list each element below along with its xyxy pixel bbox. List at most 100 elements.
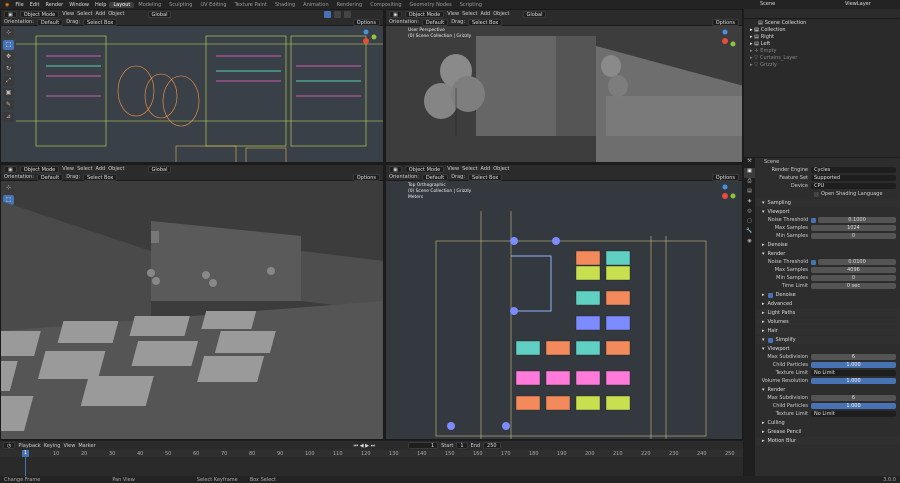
output-tab-icon[interactable]: ⎙ <box>744 178 755 188</box>
texture-limit-dropdown[interactable]: No Limit <box>811 370 896 376</box>
options-dropdown[interactable]: Options <box>352 18 380 26</box>
osl-checkbox[interactable] <box>814 191 819 197</box>
editor-type-dropdown[interactable]: ◷ <box>3 442 16 449</box>
advanced-subsection[interactable]: ▸ Advanced <box>756 300 900 308</box>
menu-add[interactable]: Add <box>481 11 491 17</box>
menu-select[interactable]: Select <box>462 11 477 17</box>
vp-subdiv-field[interactable]: 6 <box>811 354 896 360</box>
r-denoise-subsection[interactable]: ▸ Denoise <box>756 291 900 299</box>
tab-compositing[interactable]: Compositing <box>366 2 405 8</box>
tab-uv-editing[interactable]: UV Editing <box>196 2 230 8</box>
orientation-dropdown[interactable]: Default <box>36 18 64 26</box>
viewport-shading-icon[interactable] <box>324 10 332 18</box>
motion-blur-section[interactable]: ▸ Motion Blur <box>756 437 900 445</box>
scene-selector[interactable]: Scene <box>760 1 775 7</box>
feature-set-dropdown[interactable]: Supported <box>811 175 896 181</box>
select-box-dropdown[interactable]: Select Box <box>83 173 118 181</box>
tool-tab-icon[interactable]: ⚒ <box>744 158 755 168</box>
r-noise-field[interactable]: 0.0100 <box>818 259 896 265</box>
time-limit-field[interactable]: 0 sec <box>811 283 896 289</box>
playhead[interactable]: 1 <box>22 450 29 457</box>
physics-tab-icon[interactable]: ◉ <box>744 238 755 248</box>
simplify-checkbox[interactable] <box>767 337 773 343</box>
rotate-tool-icon[interactable]: ↻ <box>3 64 14 74</box>
navigation-gizmo[interactable] <box>712 28 738 54</box>
outliner-item[interactable]: ▸ ▽ Grizzly <box>744 61 900 68</box>
menu-view[interactable]: View <box>62 11 74 17</box>
vp-noise-checkbox[interactable] <box>811 217 816 223</box>
r-texture-limit-dropdown[interactable]: No Limit <box>811 411 896 417</box>
outliner-item[interactable]: ▸ ✛ Empty <box>744 47 900 54</box>
scene-tab-icon[interactable]: ◈ <box>744 198 755 208</box>
outliner-item[interactable]: ▸ ▤ Collection <box>744 26 900 33</box>
options-dropdown[interactable]: Options <box>352 173 380 181</box>
annotate-tool-icon[interactable]: ✎ <box>3 100 14 110</box>
tab-texture-paint[interactable]: Texture Paint <box>231 2 271 8</box>
playback-controls[interactable]: ⏮ ◀ ▶ ⏭ <box>354 443 375 449</box>
select-box-dropdown[interactable]: Select Box <box>468 18 503 26</box>
menu-view[interactable]: View <box>447 11 459 17</box>
viewport-bottom-left[interactable]: ▣ Object Mode View Select Add Object Glo… <box>0 164 384 440</box>
menu-object[interactable]: Object <box>493 11 509 17</box>
measure-tool-icon[interactable]: ⊿ <box>3 112 14 122</box>
object-tab-icon[interactable]: ▢ <box>744 218 755 228</box>
material-shading-icon[interactable] <box>344 10 352 18</box>
menu-object[interactable]: Object <box>108 11 124 17</box>
select-tool-icon[interactable]: ⬚ <box>3 40 14 50</box>
options-dropdown[interactable]: Options <box>711 18 739 26</box>
viewport-top-left[interactable]: ▣ Object Mode View Select Add Object Glo… <box>0 9 384 163</box>
hair-section[interactable]: ▸ Hair <box>756 327 900 335</box>
vp-max-field[interactable]: 1024 <box>811 225 896 231</box>
global-dropdown[interactable]: Global <box>147 165 172 173</box>
menu-marker[interactable]: Marker <box>78 443 95 449</box>
light-paths-section[interactable]: ▸ Light Paths <box>756 309 900 317</box>
transform-tool-icon[interactable]: ▣ <box>3 88 14 98</box>
culling-subsection[interactable]: ▸ Culling <box>756 419 900 427</box>
editor-type-dropdown[interactable]: ▣ <box>389 10 402 18</box>
scale-tool-icon[interactable]: ⤢ <box>3 76 14 86</box>
simplify-section[interactable]: ▾ Simplify <box>756 336 900 344</box>
r-noise-checkbox[interactable] <box>811 259 816 265</box>
tab-scripting[interactable]: Scripting <box>456 2 486 8</box>
current-frame-field[interactable]: 1 <box>408 442 439 449</box>
blender-logo-icon[interactable]: ◉ <box>2 2 12 8</box>
options-dropdown[interactable]: Options <box>711 173 739 181</box>
vp-denoise-subsection[interactable]: ▸ Denoise <box>756 241 900 249</box>
menu-select[interactable]: Select <box>462 166 477 172</box>
orientation-dropdown[interactable]: Default <box>421 173 449 181</box>
vp-child-field[interactable]: 1.000 <box>811 362 896 368</box>
menu-view[interactable]: View <box>63 443 75 449</box>
menu-select[interactable]: Select <box>77 11 92 17</box>
menu-help[interactable]: Help <box>92 2 109 8</box>
volume-res-field[interactable]: 1.000 <box>811 378 896 384</box>
tab-geometry-nodes[interactable]: Geometry Nodes <box>406 2 456 8</box>
mode-dropdown[interactable]: Object Mode <box>19 165 60 173</box>
menu-add[interactable]: Add <box>96 11 106 17</box>
volumes-section[interactable]: ▸ Volumes <box>756 318 900 326</box>
global-dropdown[interactable]: Global <box>522 10 547 18</box>
denoise-checkbox[interactable] <box>767 292 773 298</box>
tab-layout[interactable]: Layout <box>109 1 135 8</box>
viewport-top-right[interactable]: ▣ Object Mode View Select Add Object Glo… <box>385 9 743 163</box>
viewlayer-selector[interactable]: ViewLayer <box>845 1 871 7</box>
start-field[interactable]: 1 <box>456 442 468 449</box>
global-dropdown[interactable]: Global <box>147 10 172 18</box>
solid-shading-icon[interactable] <box>334 10 342 18</box>
orientation-dropdown[interactable]: Default <box>421 18 449 26</box>
render-engine-dropdown[interactable]: Cycles <box>811 167 896 173</box>
outliner-item[interactable]: ▸ ▤ Right <box>744 33 900 40</box>
simplify-viewport-subsection[interactable]: ▾ Viewport <box>756 345 900 353</box>
vp-min-field[interactable]: 0 <box>811 233 896 239</box>
tab-animation[interactable]: Animation <box>299 2 333 8</box>
menu-window[interactable]: Window <box>66 2 92 8</box>
move-tool-icon[interactable]: ✥ <box>3 52 14 62</box>
world-tab-icon[interactable]: ◎ <box>744 208 755 218</box>
menu-render[interactable]: Render <box>42 2 66 8</box>
navigation-gizmo[interactable] <box>353 28 379 54</box>
menu-add[interactable]: Add <box>96 166 106 172</box>
frame-ruler[interactable]: 0102030405060708090100110120130140150160… <box>0 450 743 457</box>
menu-playback[interactable]: Playback <box>18 443 40 449</box>
editor-type-dropdown[interactable]: ▣ <box>4 165 17 173</box>
orientation-dropdown[interactable]: Default <box>36 173 64 181</box>
menu-view[interactable]: View <box>62 166 74 172</box>
